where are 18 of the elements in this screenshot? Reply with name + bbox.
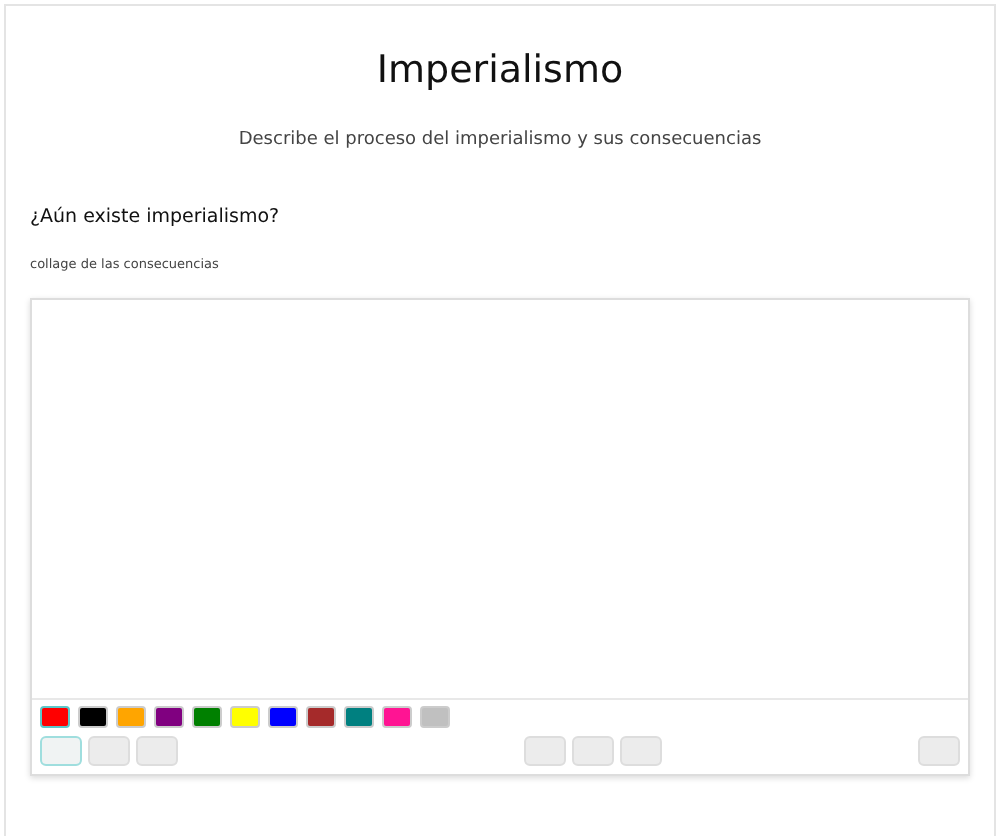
color-swatch[interactable] [382, 706, 412, 729]
color-swatch[interactable] [154, 706, 184, 729]
color-swatch[interactable] [420, 706, 450, 729]
color-swatch[interactable] [78, 706, 108, 729]
color-swatch[interactable] [192, 706, 222, 729]
color-swatch[interactable] [40, 706, 70, 729]
action-button[interactable] [619, 736, 661, 767]
color-swatch[interactable] [116, 706, 146, 729]
color-swatch[interactable] [344, 706, 374, 729]
page-title: Imperialismo [374, 48, 626, 94]
description: Describe el proceso del imperialismo y sus consecuencias [236, 127, 764, 154]
action-button[interactable] [523, 736, 565, 767]
color-swatch[interactable] [230, 706, 260, 729]
tool-button[interactable] [918, 736, 960, 767]
action-button[interactable] [571, 736, 613, 767]
color-swatch[interactable] [268, 706, 298, 729]
question-text: ¿Aún existe imperialismo? [30, 204, 282, 233]
color-swatch[interactable] [306, 706, 336, 729]
